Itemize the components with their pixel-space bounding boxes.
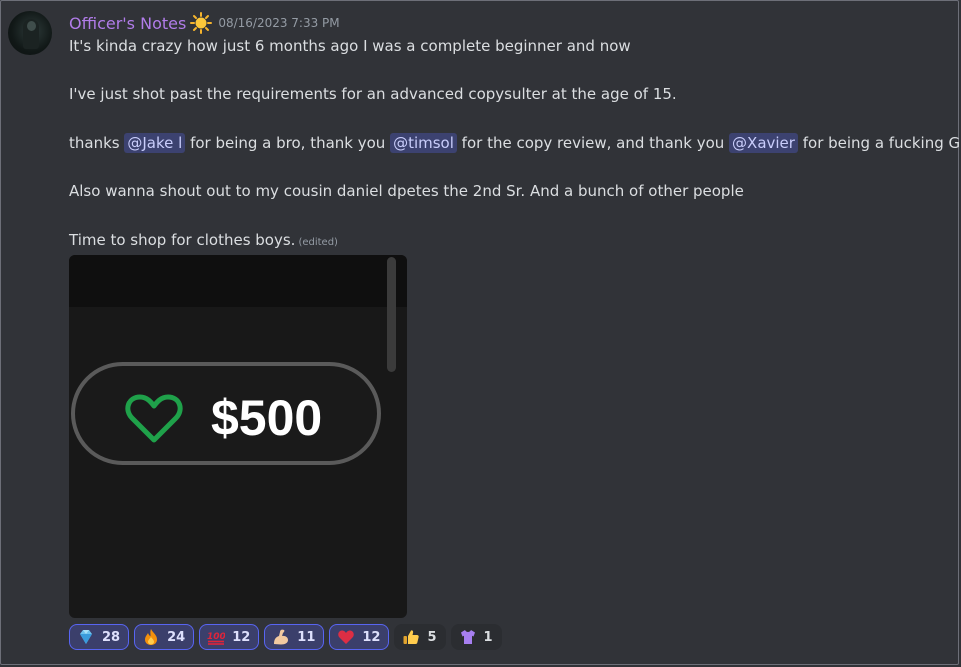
reaction-thumbs-up[interactable]: 5 (394, 624, 446, 650)
message-line-2: I've just shot past the requirements for… (69, 85, 677, 103)
amount-label: $500 (211, 390, 323, 446)
reaction-count: 24 (167, 629, 186, 645)
mention-xavier[interactable]: @Xavier (729, 133, 798, 153)
reaction-count: 12 (362, 629, 381, 645)
reaction-count: 11 (297, 629, 316, 645)
text-segment: for being a bro, thank you (185, 134, 391, 152)
reaction-count: 28 (102, 629, 121, 645)
flexed-biceps-icon (274, 629, 289, 645)
reaction-red-heart[interactable]: 12 (329, 624, 390, 650)
gem-icon (80, 630, 92, 644)
reaction-fire[interactable]: 24 (134, 624, 195, 650)
message-line-5: Time to shop for clothes boys. (edited) (69, 231, 338, 249)
heart-outline-icon (125, 394, 183, 443)
reaction-hundred[interactable]: 100 12 (199, 624, 260, 650)
author-name[interactable]: Officer's Notes (69, 14, 186, 33)
text-segment: thanks (69, 134, 125, 152)
reaction-flexed-biceps[interactable]: 11 (264, 624, 325, 650)
image-attachment[interactable]: $500 (69, 255, 407, 618)
edited-label: (edited) (298, 237, 338, 248)
mention-jake[interactable]: @Jake l (124, 133, 186, 153)
reaction-gem[interactable]: 28 (69, 624, 130, 650)
attachment-scrollbar (387, 257, 396, 372)
avatar-face (27, 21, 36, 31)
text-segment: for the copy review, and thank you (456, 134, 730, 152)
message-header: Officer's Notes 08/16/2023 7:33 PM (69, 11, 340, 35)
amount-pill: $500 (71, 362, 381, 465)
reaction-t-shirt[interactable]: 1 (450, 624, 502, 650)
hundred-icon: 100 (207, 632, 225, 645)
reaction-count: 12 (232, 629, 251, 645)
thumbs-up-icon (403, 630, 420, 644)
attachment-top-bar (69, 255, 407, 307)
reactions-bar: 28 24 100 12 11 12 5 1 (69, 624, 502, 650)
fire-icon (145, 629, 158, 645)
message-line-3: thanks @Jake l for being a bro, thank yo… (69, 133, 961, 153)
message-line-4: Also wanna shout out to my cousin daniel… (69, 182, 744, 200)
avatar[interactable] (8, 11, 52, 55)
svg-text:100: 100 (207, 632, 225, 642)
t-shirt-icon (460, 630, 475, 644)
mention-timsol[interactable]: @timsol (390, 133, 457, 153)
sun-icon (190, 12, 213, 34)
message-line-1: It's kinda crazy how just 6 months ago I… (69, 37, 631, 55)
red-heart-icon (338, 630, 355, 644)
reaction-count: 5 (427, 629, 437, 645)
message-timestamp: 08/16/2023 7:33 PM (218, 16, 340, 30)
text-segment: for being a fucking G. (797, 134, 961, 152)
message-line-5-text: Time to shop for clothes boys. (69, 231, 296, 249)
reaction-count: 1 (483, 629, 493, 645)
